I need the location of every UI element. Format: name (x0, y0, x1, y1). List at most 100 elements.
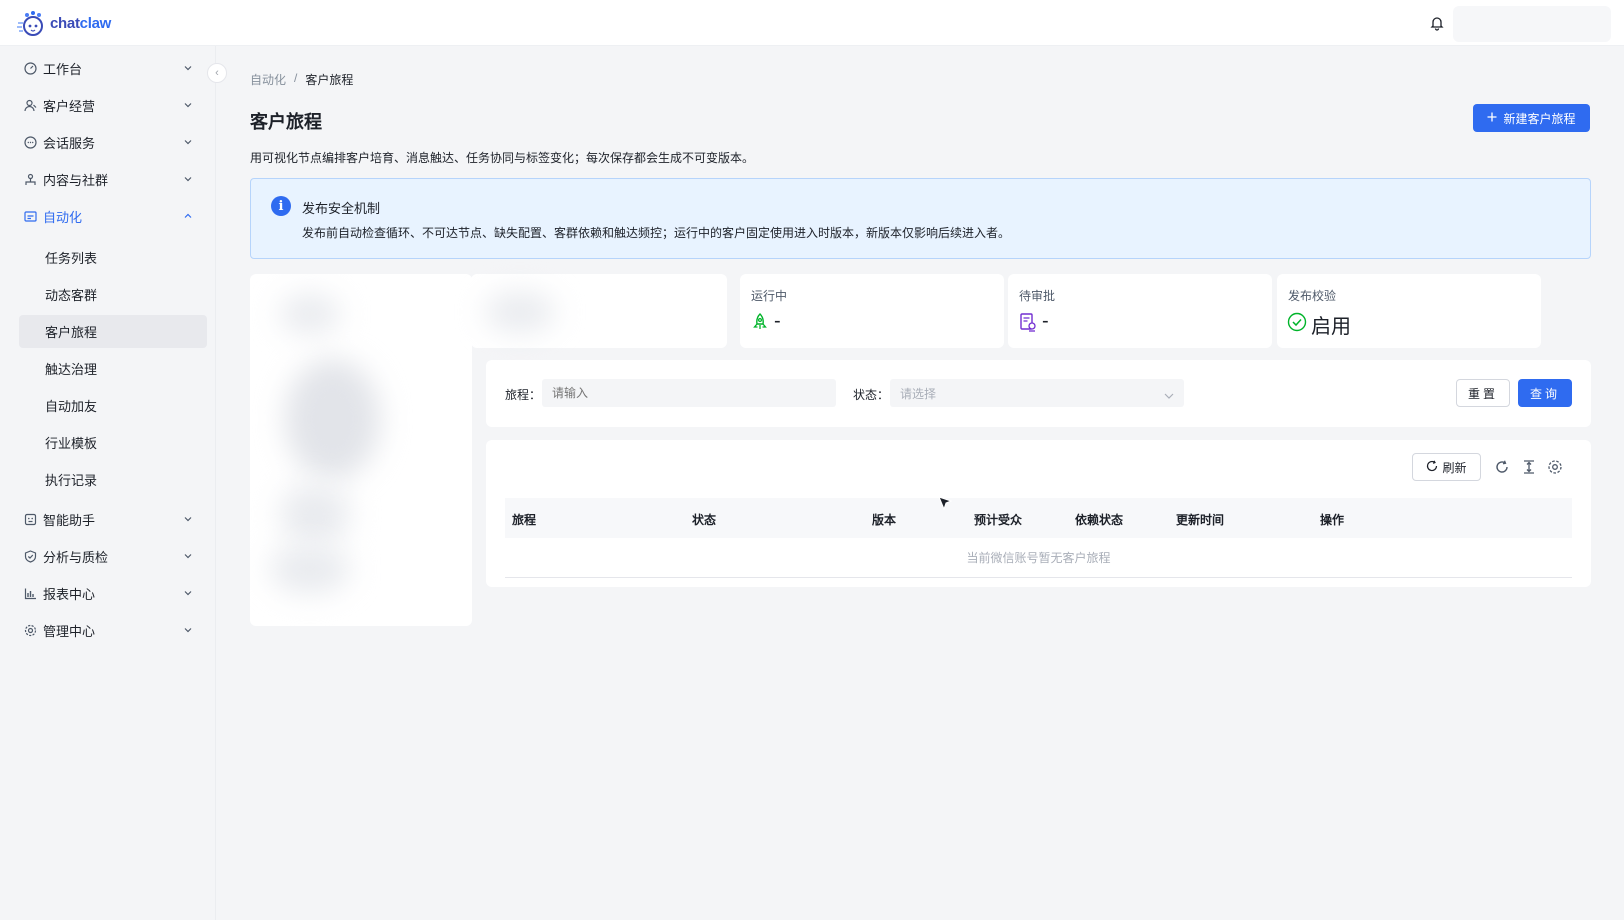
sidebar-item-label: 工作台 (43, 61, 83, 77)
gear-icon (23, 623, 37, 637)
chat-icon (23, 135, 37, 149)
journey-table-card: 刷新 旅程 状态 版本 预计受众 依赖状态 更新时间 操作 当前微信账号暂无客户… (486, 440, 1591, 587)
blurred-side-panel (250, 274, 472, 626)
new-journey-button[interactable]: 新建客户旅程 (1473, 104, 1590, 132)
user-profile[interactable] (1453, 6, 1611, 42)
stat-card-blurred (471, 274, 727, 348)
stat-title: 发布校验 (1288, 289, 1337, 303)
alert-text: 发布前自动检查循环、不可达节点、缺失配置、客群依赖和触达频控；运行中的客户固定使… (302, 226, 1011, 240)
approval-doc-icon (1018, 312, 1038, 332)
plus-icon (1487, 111, 1497, 125)
sidebar-item-workbench[interactable]: 工作台 (18, 51, 206, 85)
sidebar-item-analysis-qc[interactable]: 分析与质检 (18, 539, 206, 573)
column-header-journey: 旅程 (512, 513, 537, 527)
refresh-label: 刷新 (1442, 460, 1467, 475)
page-description: 用可视化节点编排客户培育、消息触达、任务协同与标签变化；每次保存都会生成不可变版… (250, 151, 755, 165)
status-filter-label: 状态： (853, 388, 890, 402)
stat-card-publish-check: 发布校验 启用 (1277, 274, 1541, 348)
table-header: 旅程 状态 版本 预计受众 依赖状态 更新时间 操作 (505, 498, 1572, 538)
shield-check-icon (23, 549, 37, 563)
journey-search-input[interactable] (542, 379, 836, 407)
stat-value: - (774, 310, 781, 332)
subitem-label: 任务列表 (45, 251, 98, 266)
community-icon (23, 172, 37, 186)
sidebar-subitem-reach-governance[interactable]: 触达治理 (19, 352, 207, 385)
stat-card-pending-approval: 待审批 - (1008, 274, 1272, 348)
sidebar-subitem-customer-journey[interactable]: 客户旅程 (19, 315, 207, 348)
assistant-icon (23, 512, 37, 526)
top-bar: chatclaw (0, 0, 1624, 46)
check-circle-icon (1287, 312, 1307, 332)
sidebar-item-assistant[interactable]: 智能助手 (18, 502, 206, 536)
reset-button[interactable]: 重置 (1456, 379, 1510, 407)
alert-title: 发布安全机制 (302, 201, 381, 216)
status-select[interactable]: 请选择 (890, 379, 1184, 407)
subitem-label: 客户旅程 (45, 325, 98, 340)
table-empty-state: 当前微信账号暂无客户旅程 (505, 538, 1572, 578)
logo-text-chat: chat (50, 14, 80, 32)
info-alert: i 发布安全机制 发布前自动检查循环、不可达节点、缺失配置、客群依赖和触达频控；… (250, 178, 1591, 259)
chevron-down-icon (182, 513, 194, 525)
sidebar-item-label: 会话服务 (43, 135, 96, 151)
collapse-sidebar-icon[interactable]: ‹ (207, 63, 227, 83)
chevron-down-icon (182, 587, 194, 599)
breadcrumb-parent[interactable]: 自动化 (250, 71, 286, 88)
chevron-down-icon (182, 550, 194, 562)
chevron-down-icon (182, 99, 194, 111)
sidebar-item-content-community[interactable]: 内容与社群 (18, 162, 206, 196)
logo-mascot-icon (16, 9, 48, 37)
column-header-audience: 预计受众 (974, 513, 1023, 527)
stat-value: 启用 (1311, 316, 1351, 338)
sidebar-item-reports[interactable]: 报表中心 (18, 576, 206, 610)
sidebar-item-automation[interactable]: 自动化 (18, 199, 206, 233)
logo-text: chatclaw (50, 15, 111, 32)
column-header-updated-time: 更新时间 (1176, 513, 1225, 527)
sidebar-subitem-dynamic-group[interactable]: 动态客群 (19, 278, 207, 311)
status-select-placeholder: 请选择 (900, 386, 937, 401)
column-header-version: 版本 (872, 513, 897, 527)
subitem-label: 触达治理 (45, 362, 98, 377)
sidebar-item-customer[interactable]: 客户经营 (18, 88, 206, 122)
app-logo[interactable]: chatclaw (16, 9, 111, 37)
column-header-dependency: 依赖状态 (1075, 513, 1124, 527)
column-header-status: 状态 (692, 513, 717, 527)
stat-value: - (1042, 310, 1049, 332)
journey-filter-label: 旅程： (505, 388, 542, 402)
bell-icon[interactable] (1428, 14, 1446, 32)
chevron-down-icon (182, 624, 194, 636)
stat-title: 待审批 (1019, 289, 1056, 303)
filter-bar: 旅程： 状态： 请选择 重置 查询 (486, 360, 1591, 427)
column-height-icon[interactable] (1521, 459, 1537, 475)
sidebar-item-admin[interactable]: 管理中心 (18, 613, 206, 647)
sidebar-item-label: 自动化 (43, 209, 83, 225)
sidebar-subitem-auto-add-friend[interactable]: 自动加友 (19, 389, 207, 422)
sidebar-item-conversation[interactable]: 会话服务 (18, 125, 206, 159)
page-title: 客户旅程 (250, 112, 322, 132)
dashboard-icon (23, 61, 37, 75)
subitem-label: 动态客群 (45, 288, 98, 303)
bar-chart-icon (23, 586, 37, 600)
chevron-down-icon (1164, 389, 1174, 399)
sidebar-item-label: 内容与社群 (43, 172, 109, 188)
stat-title: 运行中 (751, 289, 788, 303)
settings-icon[interactable] (1547, 459, 1563, 475)
query-button[interactable]: 查询 (1518, 379, 1572, 407)
sidebar-subitem-industry-template[interactable]: 行业模板 (19, 426, 207, 459)
refresh-button[interactable]: 刷新 (1412, 453, 1481, 481)
sidebar-item-label: 智能助手 (43, 512, 96, 528)
subitem-label: 执行记录 (45, 473, 98, 488)
reload-icon[interactable] (1494, 459, 1510, 475)
subitem-label: 自动加友 (45, 399, 98, 414)
main-content: 自动化 / 客户旅程 客户旅程 新建客户旅程 用可视化节点编排客户培育、消息触达… (216, 46, 1624, 920)
rocket-icon (750, 312, 770, 332)
sidebar-item-label: 管理中心 (43, 623, 96, 639)
sidebar-item-label: 客户经营 (43, 98, 96, 114)
column-header-actions: 操作 (1320, 513, 1345, 527)
sidebar-subitem-execution-log[interactable]: 执行记录 (19, 463, 207, 496)
customer-icon (23, 98, 37, 112)
automation-icon (23, 209, 37, 223)
breadcrumb-current: 客户旅程 (305, 73, 354, 87)
chevron-down-icon (182, 62, 194, 74)
sidebar-subitem-task-list[interactable]: 任务列表 (19, 241, 207, 274)
new-journey-label: 新建客户旅程 (1503, 111, 1576, 126)
